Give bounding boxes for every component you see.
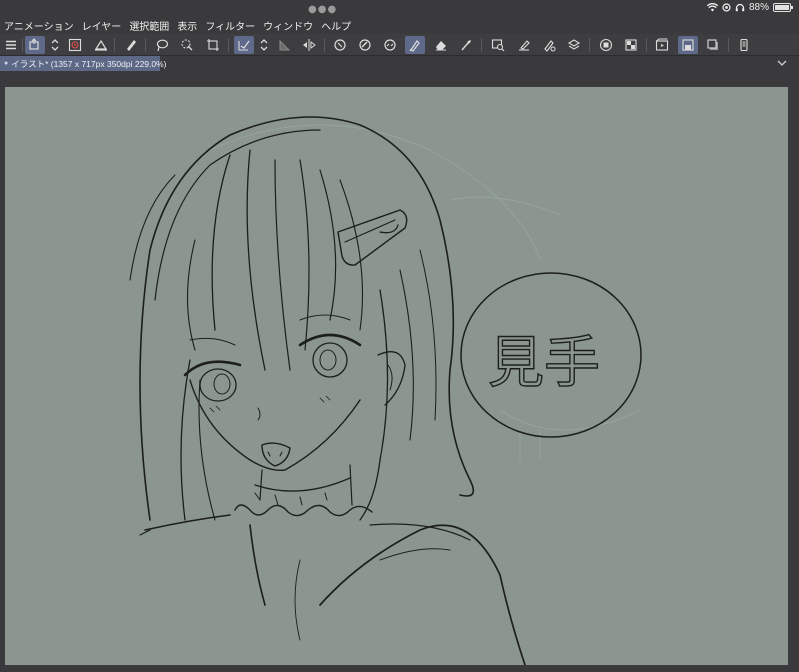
drawing-canvas[interactable]: 見手 xyxy=(5,87,788,665)
flip-horizontal-icon[interactable] xyxy=(299,36,319,54)
ruler-icon[interactable] xyxy=(91,36,111,54)
pen-settings-icon[interactable] xyxy=(539,36,559,54)
document-tab[interactable]: ● イラスト* (1357 x 717px 350dpi 229.0%) xyxy=(0,56,167,71)
brush-icon[interactable] xyxy=(405,36,425,54)
sketch-artwork: 見手 xyxy=(129,116,642,665)
battery-percent: 88% xyxy=(748,2,769,13)
battery-icon xyxy=(773,3,793,12)
film-icon[interactable] xyxy=(652,36,672,54)
layer-move-icon[interactable] xyxy=(25,36,45,54)
search-layer-icon[interactable] xyxy=(488,36,508,54)
lasso-icon[interactable] xyxy=(152,36,172,54)
layers-icon[interactable] xyxy=(564,36,584,54)
tab-dot-icon: ● xyxy=(4,60,9,67)
record-icon[interactable] xyxy=(596,36,616,54)
command-toolbar xyxy=(0,34,799,84)
chevron-down-icon[interactable] xyxy=(777,58,787,68)
multitasking-dots-icon[interactable]: ●●● xyxy=(308,4,337,15)
wifi-icon xyxy=(706,3,718,12)
copy-icon[interactable] xyxy=(703,36,723,54)
toolbar-separator xyxy=(589,38,590,52)
document-tab-label: イラスト* (1357 x 717px 350dpi 229.0%) xyxy=(11,58,167,69)
toolbar-separator xyxy=(145,38,146,52)
toolbar-separator xyxy=(228,38,229,52)
eyedropper-icon[interactable] xyxy=(456,36,476,54)
menu-selection[interactable]: 選択範囲 xyxy=(129,18,177,33)
headphones-icon xyxy=(735,3,745,12)
toolbar-separator xyxy=(22,38,23,52)
menu-window[interactable]: ウィンドウ xyxy=(263,18,321,33)
speech-bubble-text: 見手 xyxy=(488,331,600,396)
select-cursor-icon[interactable] xyxy=(177,36,197,54)
save-icon[interactable] xyxy=(678,36,698,54)
toolbar-separator xyxy=(728,38,729,52)
refresh-icon[interactable] xyxy=(330,36,350,54)
menu-layer[interactable]: レイヤー xyxy=(82,18,130,33)
grid-icon[interactable] xyxy=(621,36,641,54)
up-down-stepper-icon[interactable] xyxy=(254,36,274,54)
triangle-ruler-icon[interactable] xyxy=(274,36,294,54)
link-icon[interactable] xyxy=(380,36,400,54)
eraser-icon[interactable] xyxy=(431,36,451,54)
menu-bar: アニメーション レイヤー 選択範囲 表示 フィルター ウィンドウ ヘルプ xyxy=(0,17,799,34)
pen-tool-icon[interactable] xyxy=(121,36,141,54)
spiral-icon[interactable] xyxy=(65,36,85,54)
hamburger-menu-icon[interactable] xyxy=(1,36,21,54)
crop-transform-icon[interactable] xyxy=(203,36,223,54)
menu-help[interactable]: ヘルプ xyxy=(321,18,359,33)
toolbar-separator xyxy=(481,38,482,52)
check-mark-icon[interactable] xyxy=(234,36,254,54)
up-down-stepper-icon[interactable] xyxy=(45,36,65,54)
toolbar-separator xyxy=(646,38,647,52)
menu-animation[interactable]: アニメーション xyxy=(4,18,82,33)
location-icon xyxy=(722,3,731,12)
toolbar-separator xyxy=(114,38,115,52)
menu-filter[interactable]: フィルター xyxy=(205,18,263,33)
document-tab-bar: ● イラスト* (1357 x 717px 350dpi 229.0%) xyxy=(0,56,799,71)
fill-paint-icon[interactable] xyxy=(355,36,375,54)
toolbar-separator xyxy=(324,38,325,52)
menu-view[interactable]: 表示 xyxy=(177,18,205,33)
phone-companion-icon[interactable] xyxy=(734,36,754,54)
edit-layer-icon[interactable] xyxy=(514,36,534,54)
status-indicators: 88% xyxy=(706,2,793,13)
status-bar: ●●● 88% xyxy=(0,0,799,18)
